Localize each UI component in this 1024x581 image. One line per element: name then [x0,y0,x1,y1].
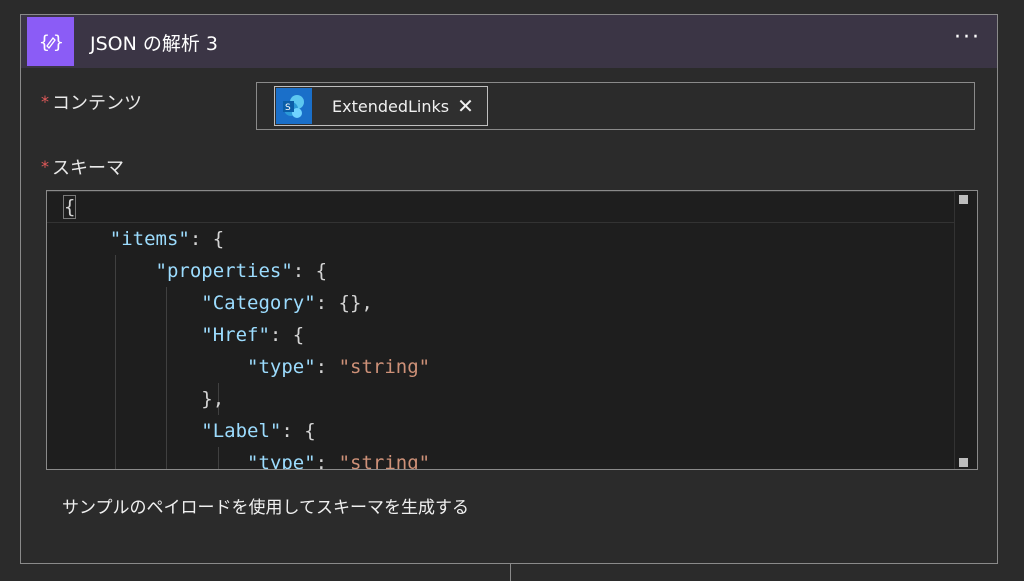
required-mark: * [41,92,49,111]
resize-handle[interactable] [959,458,968,467]
code-line: "Href": { [201,324,305,346]
code-line: { [62,195,77,219]
flow-connector [510,564,511,581]
svg-text:}: } [53,32,64,53]
code-line: "Label": { [201,420,316,442]
schema-label: * スキーマ [41,157,124,179]
generate-schema-link[interactable]: サンプルのペイロードを使用してスキーマを生成する [62,493,469,518]
dynamic-content-token[interactable]: S ExtendedLinks ✕ [274,86,488,126]
code-line: "Category": {}, [201,292,373,314]
content-label: * コンテンツ [41,92,142,114]
close-icon[interactable]: ✕ [457,94,474,118]
svg-text:{: { [39,32,50,53]
required-mark: * [41,157,49,176]
code-line: "type": "string" [247,356,431,378]
more-options-icon[interactable]: ··· [954,25,981,50]
current-line-highlight [47,191,955,223]
scrollbar-track[interactable] [954,191,955,469]
code-line: "items": { [109,228,225,250]
code-line: }, [201,388,225,410]
parse-json-card: { } JSON の解析 3 ··· * コンテンツ S ExtendedLink… [20,14,998,564]
sharepoint-icon: S [276,88,312,124]
content-input[interactable]: S ExtendedLinks ✕ [256,82,975,130]
code-line: "properties": { [155,260,328,282]
card-header[interactable]: { } JSON の解析 3 ··· [21,15,997,68]
svg-text:S: S [285,103,291,113]
token-label: ExtendedLinks [332,96,450,116]
edit-braces-icon: { } [27,17,74,66]
code-line: "type": "string" [247,452,431,470]
scroll-top-marker [959,195,968,204]
card-title[interactable]: JSON の解析 3 [90,29,218,56]
schema-editor[interactable]: { "items": { "properties": { "Category":… [46,190,978,470]
